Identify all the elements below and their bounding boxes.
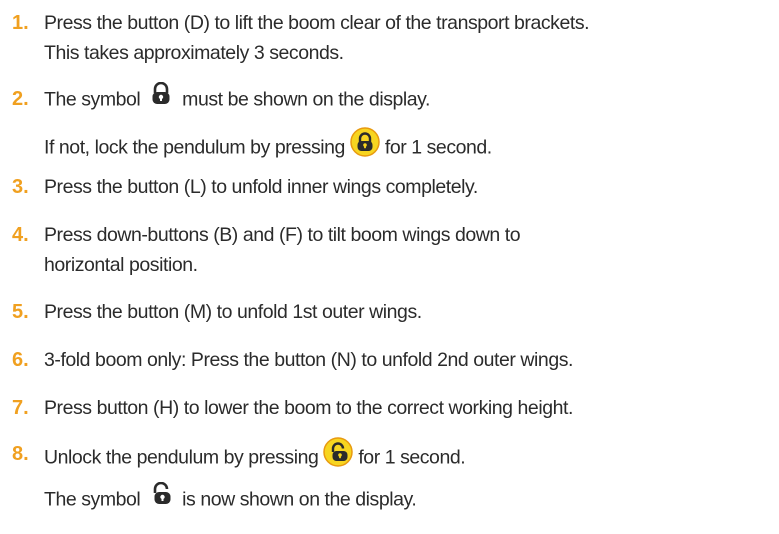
lock-open-icon [150,481,172,515]
step-text: This takes approximately 3 seconds. [44,42,344,64]
step-number: 2. [12,88,29,110]
unlock-button-icon [323,437,354,476]
lock-closed-icon [150,81,172,115]
step-note: The symbol is now shown on the display. [44,481,417,517]
step-text: The symbol must be shown on the display. [44,81,430,117]
step-text: Press button (H) to lower the boom to th… [44,397,573,419]
lock-button-icon [350,127,380,166]
step-number: 3. [12,176,29,198]
step-text: horizontal position. [44,254,198,276]
step-text: Unlock the pendulum by pressing for 1 se… [44,437,466,478]
step-number: 6. [12,349,29,371]
step-text: Press the button (M) to unfold 1st outer… [44,301,422,323]
step-number: 4. [12,224,29,246]
step-text: Press down-buttons (B) and (F) to tilt b… [44,224,521,246]
step-number: 7. [12,397,29,419]
step-note: If not, lock the pendulum by pressing fo… [44,127,492,168]
step-number: 5. [12,301,29,323]
step-text: Press the button (D) to lift the boom cl… [44,12,590,34]
step-number: 8. [12,443,29,465]
step-text: 3-fold boom only: Press the button (N) t… [44,349,573,371]
step-text: Press the button (L) to unfold inner win… [44,176,478,198]
step-number: 1. [12,12,29,34]
